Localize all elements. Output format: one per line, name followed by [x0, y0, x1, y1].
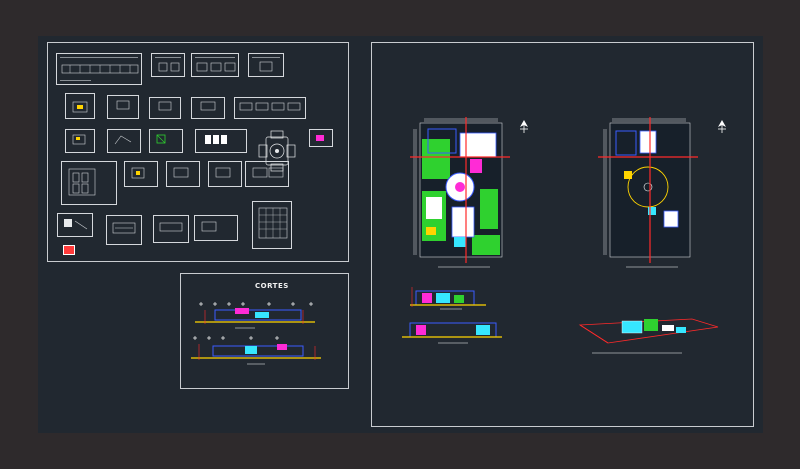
detail-sheet	[166, 161, 200, 187]
cortes-sheet-frame[interactable]: CORTES	[180, 273, 349, 389]
detail-sheet	[191, 97, 225, 119]
detail-sheet	[149, 97, 181, 119]
north-arrow-icon	[718, 120, 726, 133]
detail-sheet	[61, 161, 117, 205]
detail-sheet	[57, 213, 93, 237]
grid-table-thumbnail	[258, 207, 288, 239]
elevation-thumbnail	[61, 64, 139, 74]
detail-sheet	[65, 129, 95, 153]
detail-sheet	[107, 95, 139, 119]
detail-sheet	[245, 161, 289, 187]
section-drawings	[191, 302, 321, 365]
ground-floor-plan	[410, 117, 510, 268]
north-arrow-icon	[520, 120, 528, 133]
detail-sheet	[191, 53, 239, 77]
detail-sheet	[107, 129, 141, 153]
detail-sheet	[195, 129, 247, 153]
front-elevation	[410, 287, 486, 310]
detail-sheet	[309, 129, 333, 147]
detail-sheet	[124, 161, 158, 187]
logo-icon	[63, 245, 75, 255]
lateral-elevation	[402, 322, 502, 344]
detail-sheet	[153, 215, 189, 243]
detail-sheet	[151, 53, 185, 77]
perspective-view	[578, 318, 719, 354]
details-sheet-frame[interactable]	[47, 42, 349, 262]
detail-sheet	[106, 215, 142, 245]
detail-sheet	[56, 53, 142, 85]
detail-sheet	[234, 97, 306, 119]
detail-sheet	[194, 215, 238, 241]
model-space-canvas[interactable]: CORTES	[38, 36, 763, 433]
detail-sheet	[252, 201, 292, 249]
detail-sheet	[65, 93, 95, 119]
plans-sheet-frame[interactable]	[371, 42, 754, 427]
detail-sheet	[248, 53, 284, 77]
cortes-title: CORTES	[255, 282, 289, 290]
detail-sheet	[208, 161, 242, 187]
upper-floor-plan	[598, 117, 698, 268]
detail-sheet	[149, 129, 183, 153]
